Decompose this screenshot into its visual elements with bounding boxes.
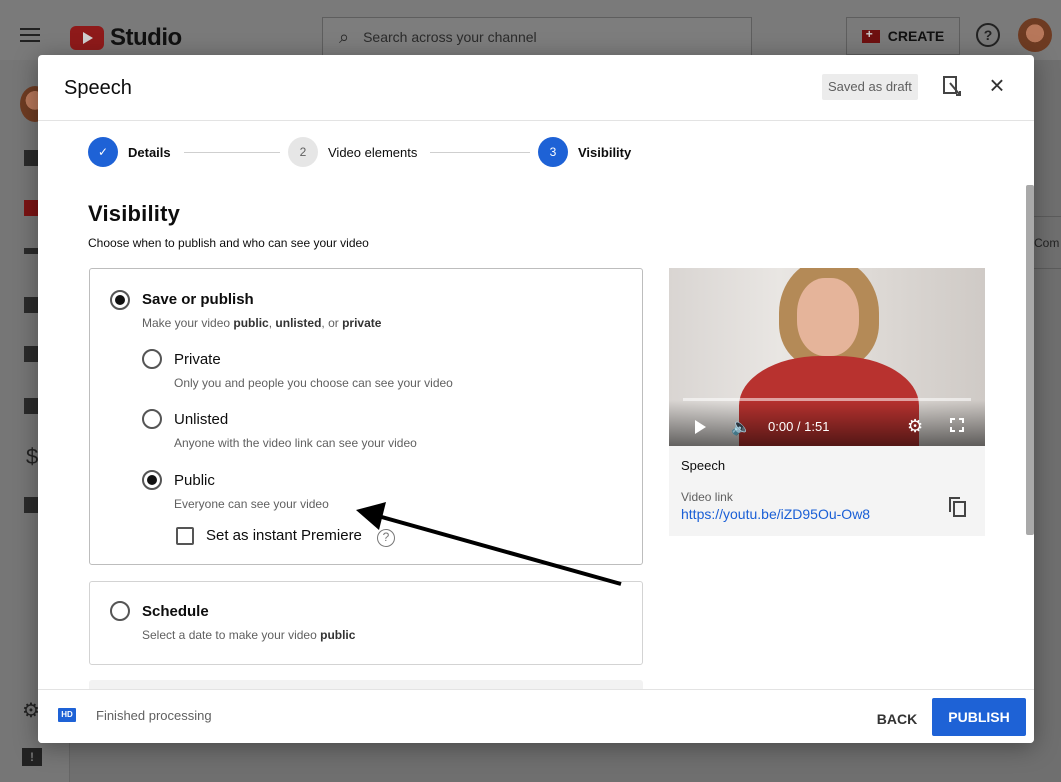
visibility-subtitle: Choose when to publish and who can see y… xyxy=(88,236,369,250)
video-settings-icon[interactable]: ⚙ xyxy=(907,416,923,437)
create-video-icon xyxy=(861,27,880,43)
step-video-elements-label[interactable]: Video elements xyxy=(328,145,417,160)
video-link[interactable]: https://youtu.be/iZD95Ou-Ow8 xyxy=(681,506,870,522)
private-radio[interactable] xyxy=(142,349,162,369)
instant-premiere-label[interactable]: Set as instant Premiere xyxy=(206,527,362,544)
video-link-label: Video link xyxy=(681,490,733,504)
logo-text: Studio xyxy=(110,24,182,51)
public-label: Public xyxy=(174,472,215,489)
public-radio[interactable] xyxy=(142,470,162,490)
top-bar: Studio ⌕ Search across your channel CREA… xyxy=(0,0,1061,60)
video-title: Speech xyxy=(681,458,726,473)
save-or-publish-desc: Make your video public, unlisted, or pri… xyxy=(142,316,382,330)
youtube-play-icon xyxy=(70,26,104,50)
saved-draft-badge: Saved as draft xyxy=(822,74,918,100)
search-input[interactable]: ⌕ Search across your channel xyxy=(322,17,752,57)
publish-button[interactable]: PUBLISH xyxy=(932,698,1026,736)
private-label: Private xyxy=(174,351,221,368)
step-visibility-label[interactable]: Visibility xyxy=(578,145,631,160)
background-divider xyxy=(1032,268,1061,269)
step-details-label[interactable]: Details xyxy=(128,145,171,160)
step-details-icon[interactable]: ✓ xyxy=(88,137,118,167)
help-icon[interactable]: ? xyxy=(976,23,1000,47)
close-button[interactable]: × xyxy=(986,72,1008,99)
dialog-title: Speech xyxy=(64,77,132,99)
dialog-scrollbar[interactable] xyxy=(1026,185,1034,535)
unlisted-label: Unlisted xyxy=(174,411,229,428)
menu-icon[interactable] xyxy=(20,28,40,42)
fullscreen-icon[interactable] xyxy=(950,418,964,432)
step-video-elements-icon[interactable]: 2 xyxy=(288,137,318,167)
save-or-publish-radio[interactable] xyxy=(110,290,130,310)
dialog-header: Speech Saved as draft × xyxy=(38,55,1034,121)
public-desc: Everyone can see your video xyxy=(174,497,329,511)
copy-icon[interactable] xyxy=(947,496,967,518)
video-preview[interactable]: 🔈 0:00 / 1:51 ⚙ xyxy=(669,268,985,446)
visibility-heading: Visibility xyxy=(88,201,181,226)
schedule-card[interactable]: Schedule Select a date to make your vide… xyxy=(89,581,643,665)
studio-logo[interactable]: Studio xyxy=(70,24,182,52)
volume-icon[interactable]: 🔈 xyxy=(731,417,751,437)
unlisted-radio[interactable] xyxy=(142,409,162,429)
save-or-publish-card[interactable]: Save or publish Make your video public, … xyxy=(89,268,643,565)
search-placeholder: Search across your channel xyxy=(363,29,537,45)
instant-premiere-checkbox[interactable] xyxy=(176,527,194,545)
create-button[interactable]: CREATE xyxy=(846,17,960,55)
play-icon[interactable] xyxy=(695,420,706,434)
schedule-label: Schedule xyxy=(142,603,209,620)
back-button[interactable]: BACK xyxy=(870,702,924,736)
schedule-desc: Select a date to make your video public xyxy=(142,628,356,642)
unlisted-desc: Anyone with the video link can see your … xyxy=(174,436,417,450)
account-avatar[interactable] xyxy=(1018,18,1052,52)
step-connector xyxy=(184,152,280,153)
monetization-icon[interactable]: $ xyxy=(26,444,38,470)
save-or-publish-label: Save or publish xyxy=(142,291,254,308)
send-feedback-icon[interactable] xyxy=(942,75,964,99)
private-desc: Only you and people you choose can see y… xyxy=(174,376,453,390)
hd-icon: HD xyxy=(58,708,76,722)
background-divider xyxy=(1032,216,1061,217)
feedback-icon[interactable]: ! xyxy=(22,748,42,766)
search-icon: ⌕ xyxy=(339,26,350,47)
video-info-panel: Speech Video link https://youtu.be/iZD95… xyxy=(669,446,985,536)
schedule-radio[interactable] xyxy=(110,601,130,621)
video-frame-face xyxy=(797,278,859,356)
create-label: CREATE xyxy=(887,28,945,44)
step-connector xyxy=(430,152,530,153)
upload-dialog: Speech Saved as draft × ✓ Details 2 Vide… xyxy=(38,55,1034,743)
premiere-help-icon[interactable]: ? xyxy=(377,529,395,547)
video-progress-bar[interactable] xyxy=(683,398,971,401)
video-time: 0:00 / 1:51 xyxy=(768,419,830,434)
processing-status: Finished processing xyxy=(96,708,212,723)
upload-stepper: ✓ Details 2 Video elements 3 Visibility xyxy=(88,137,648,169)
step-visibility-icon[interactable]: 3 xyxy=(538,137,568,167)
dialog-footer: HD Finished processing BACK PUBLISH xyxy=(38,689,1034,743)
background-column-header: Com xyxy=(1034,236,1060,250)
